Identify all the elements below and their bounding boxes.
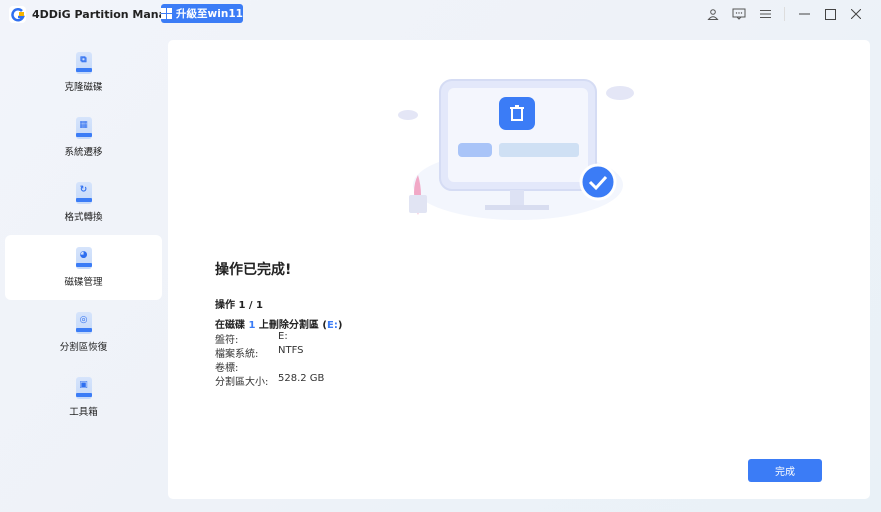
sidebar-item-label: 克隆磁碟 [64,82,103,93]
windows-icon [161,8,173,19]
sidebar-item-clone-disk[interactable]: ⧉ 克隆磁碟 [5,40,162,105]
clone-icon: ⧉ [75,52,92,74]
main-panel: 操作已完成! 操作 1 / 1 在磁碟 1 上刪除分割區 (E:) 盤符: E: … [168,40,870,499]
sidebar-item-system-migration[interactable]: ▦ 系統遷移 [5,105,162,170]
recovery-icon: ◎ [75,312,92,334]
done-button[interactable]: 完成 [748,459,822,482]
divider [784,7,785,21]
sidebar-item-disk-management[interactable]: ◕ 磁碟管理 [5,235,162,300]
detail-row-drive-letter: 盤符: E: [215,331,288,346]
sidebar-item-partition-recovery[interactable]: ◎ 分割區恢復 [5,300,162,365]
feedback-icon[interactable] [728,4,750,24]
sidebar-item-format-convert[interactable]: ↻ 格式轉換 [5,170,162,235]
sidebar-item-toolbox[interactable]: ▣ 工具箱 [5,365,162,430]
sidebar-item-label: 磁碟管理 [64,277,103,288]
sidebar-item-label: 系統遷移 [64,147,103,158]
operation-description: 在磁碟 1 上刪除分割區 (E:) [215,320,343,331]
disk-manage-icon: ◕ [75,247,92,269]
sidebar-item-label: 格式轉換 [64,212,103,223]
user-icon[interactable] [702,4,724,24]
upgrade-label: 升級至win11 [176,8,243,20]
close-icon[interactable] [845,4,867,24]
detail-row-file-system: 檔案系統: NTFS [215,345,304,360]
operation-counter: 操作 1 / 1 [215,300,264,311]
sidebar-item-label: 工具箱 [69,407,98,418]
detail-row-volume-label: 卷標: [215,363,239,374]
detail-row-partition-size: 分割區大小: 528.2 GB [215,373,325,388]
menu-icon[interactable] [754,4,776,24]
migrate-icon: ▦ [75,117,92,139]
completion-heading: 操作已完成! [215,262,292,278]
title-bar: 4DDiG Partition Manager 升級至win11 [0,0,881,30]
sidebar-item-label: 分割區恢復 [59,342,108,353]
sidebar: ⧉ 克隆磁碟 ▦ 系統遷移 ↻ 格式轉換 ◕ 磁碟管理 ◎ 分割區恢復 ▣ 工具箱 [5,40,162,430]
upgrade-win11-button[interactable]: 升級至win11 [161,4,243,23]
minimize-icon[interactable] [793,4,815,24]
completion-illustration [398,79,634,220]
app-logo-icon [9,6,26,23]
maximize-icon[interactable] [819,4,841,24]
toolbox-icon: ▣ [75,377,92,399]
convert-icon: ↻ [75,182,92,204]
